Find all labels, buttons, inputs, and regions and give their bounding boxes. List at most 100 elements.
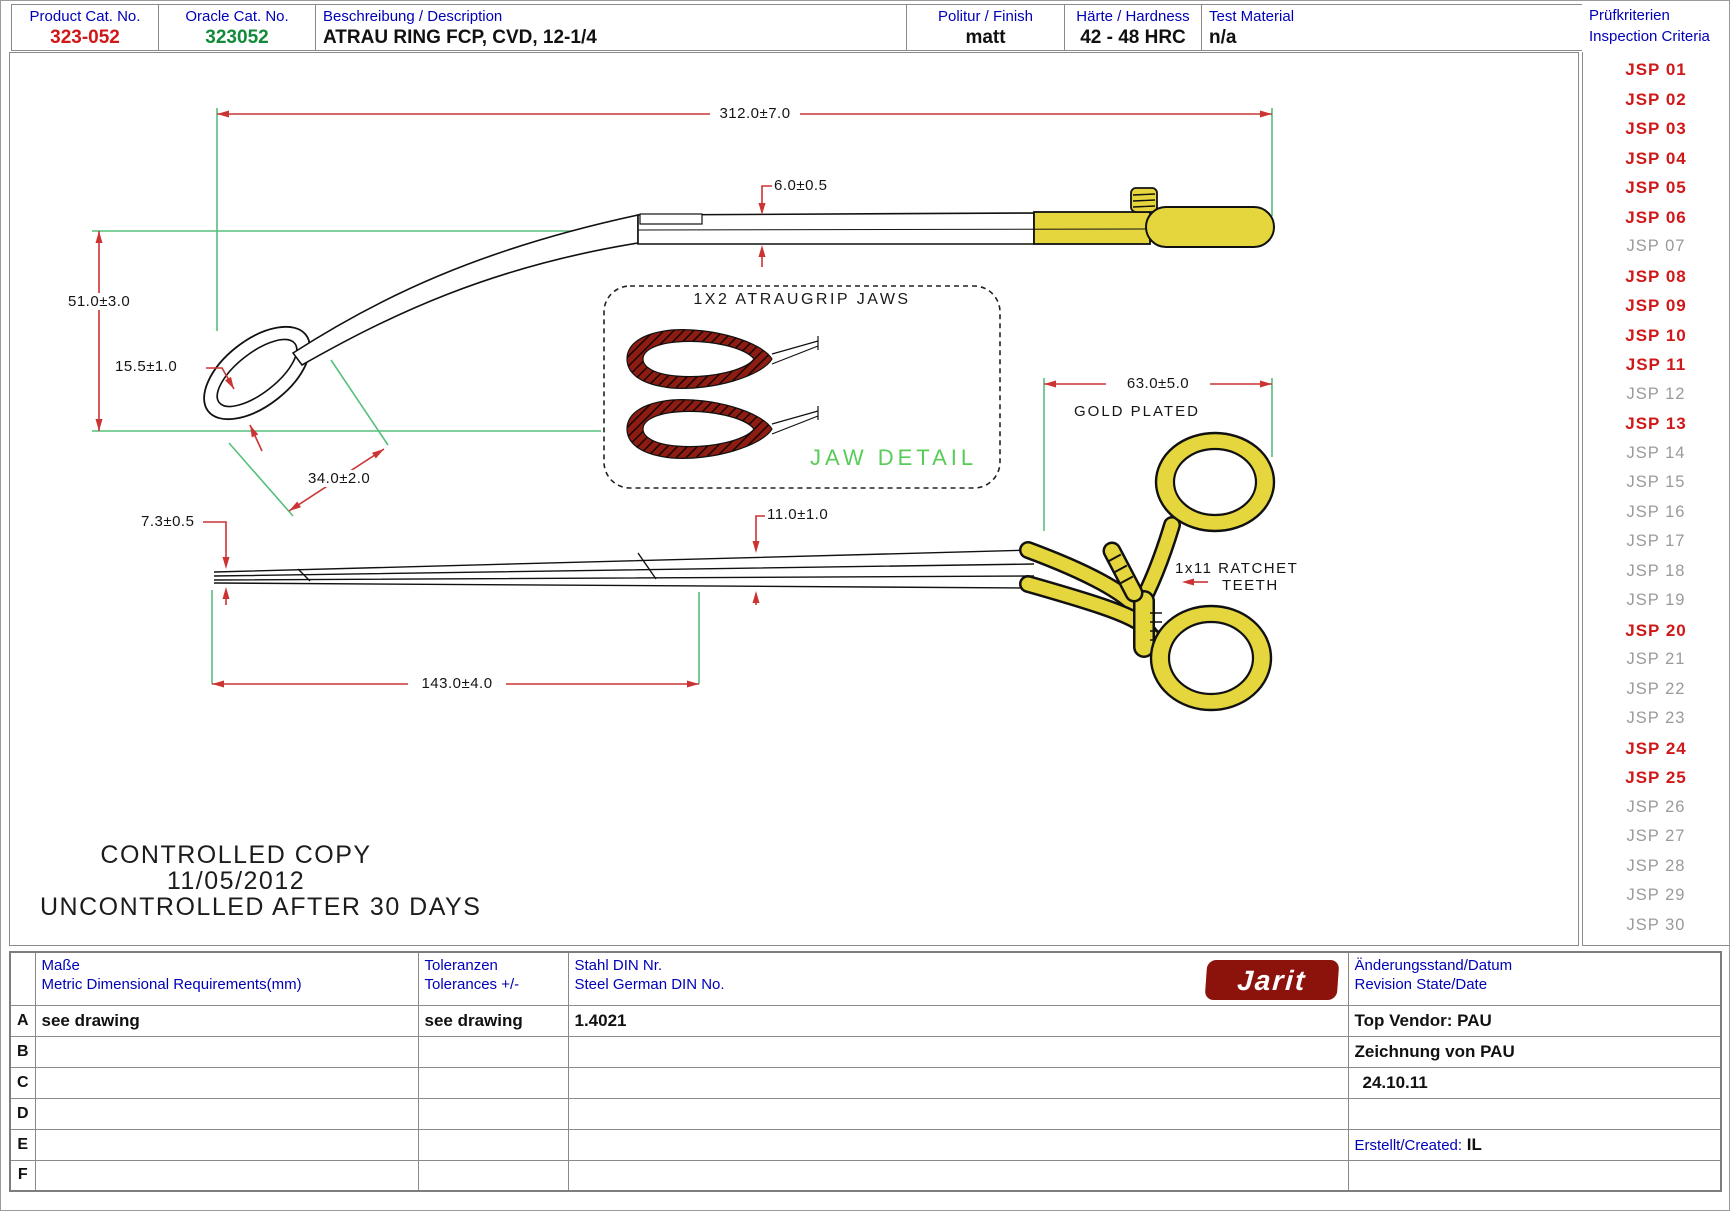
inspection-item: JSP 21 (1583, 645, 1729, 675)
ratchet-label-line2: TEETH (1220, 577, 1281, 594)
table-row-e: E Erstellt/Created: IL (10, 1129, 1721, 1160)
gold-plated-label: GOLD PLATED (1072, 403, 1202, 420)
header-cell-hardness: Härte / Hardness 42 - 48 HRC (1064, 4, 1202, 51)
inspection-item: JSP 27 (1583, 822, 1729, 852)
dim-tip-width: 7.3±0.5 (139, 513, 196, 530)
jaw-box-title: 1X2 ATRAUGRIP JAWS (693, 291, 910, 309)
table-row-a: A see drawing see drawing 1.4021 Top Ven… (10, 1005, 1721, 1036)
tolerances-value-c (418, 1067, 568, 1098)
header-cell-inspection-criteria: Prüfkriterien Inspection Criteria (1582, 4, 1729, 51)
inspection-item: JSP 24 (1583, 734, 1729, 764)
table-row-d: D (10, 1098, 1721, 1129)
masse-header: Maße Metric Dimensional Requirements(mm) (35, 952, 418, 1005)
table-row-b: B Zeichnung von PAU (10, 1036, 1721, 1067)
inspection-item: JSP 20 (1583, 616, 1729, 646)
description-value: ATRAU RING FCP, CVD, 12-1/4 (316, 26, 906, 50)
steel-value-e (568, 1129, 1348, 1160)
inspection-item: JSP 05 (1583, 173, 1729, 203)
revision-value-d (1348, 1098, 1721, 1129)
oracle-cat-value: 323052 (159, 26, 315, 50)
dim-shaft-height: 6.0±0.5 (772, 177, 829, 194)
inspection-item: JSP 29 (1583, 881, 1729, 911)
created-by-label: Erstellt/Created: (1355, 1137, 1463, 1154)
table-row-c: C 24.10.11 (10, 1067, 1721, 1098)
inspection-item: JSP 25 (1583, 763, 1729, 793)
steel-value-d (568, 1098, 1348, 1129)
masse-value-f (35, 1160, 418, 1191)
tolerances-value-f (418, 1160, 568, 1191)
inspection-item: JSP 17 (1583, 527, 1729, 557)
footer-corner-cell (10, 952, 35, 1005)
stamp-line2: 11/05/2012 (40, 868, 432, 894)
hardness-label: Härte / Hardness (1065, 5, 1201, 26)
dim-overall-length: 312.0±7.0 (717, 105, 792, 122)
revision-value-c: 24.10.11 (1348, 1067, 1721, 1098)
inspection-item: JSP 28 (1583, 852, 1729, 882)
masse-value-e (35, 1129, 418, 1160)
inspection-item: JSP 30 (1583, 911, 1729, 941)
header-cell-test-material: Test Material n/a (1201, 4, 1583, 51)
dim-shaft-length: 143.0±4.0 (419, 675, 494, 692)
masse-value-b (35, 1036, 418, 1067)
description-label: Beschreibung / Description (316, 5, 906, 26)
inspection-item: JSP 23 (1583, 704, 1729, 734)
inspection-item: JSP 12 (1583, 380, 1729, 410)
inspection-item: JSP 07 (1583, 232, 1729, 262)
inspection-item: JSP 03 (1583, 114, 1729, 144)
inspection-item: JSP 08 (1583, 262, 1729, 292)
footer-table: Maße Metric Dimensional Requirements(mm)… (9, 951, 1722, 1192)
stamp-line1: CONTROLLED COPY (40, 842, 432, 868)
controlled-copy-stamp: CONTROLLED COPY 11/05/2012 UNCONTROLLED … (40, 842, 432, 920)
revision-value-f (1348, 1160, 1721, 1191)
inspection-criteria-list: JSP 01JSP 02JSP 03JSP 04JSP 05JSP 06JSP … (1582, 52, 1729, 946)
inspection-criteria-label-en: Inspection Criteria (1582, 25, 1729, 46)
inspection-item: JSP 18 (1583, 557, 1729, 587)
steel-value-a: 1.4021 (568, 1005, 1348, 1036)
steel-value-b (568, 1036, 1348, 1067)
drawing-area: 312.0±7.0 6.0±0.5 51.0±3.0 15.5±1.0 34.0… (9, 52, 1579, 946)
ratchet-label-line1: 1x11 RATCHET (1173, 560, 1300, 577)
steel-value-c (568, 1067, 1348, 1098)
dim-jaw-length: 34.0±2.0 (306, 470, 372, 487)
finish-label: Politur / Finish (907, 5, 1064, 26)
inspection-item: JSP 06 (1583, 203, 1729, 233)
footer-header-row: Maße Metric Dimensional Requirements(mm)… (10, 952, 1721, 1005)
jarit-logo: Jarit (1204, 960, 1339, 1000)
inspection-item: JSP 26 (1583, 793, 1729, 823)
header-cell-product: Product Cat. No. 323-052 (11, 4, 159, 51)
test-material-value: n/a (1202, 26, 1582, 50)
tolerances-value-d (418, 1098, 568, 1129)
inspection-item: JSP 16 (1583, 498, 1729, 528)
inspection-item: JSP 04 (1583, 144, 1729, 174)
dim-shaft-width: 11.0±1.0 (765, 506, 830, 523)
header-cell-description: Beschreibung / Description ATRAU RING FC… (315, 4, 907, 51)
inspection-item: JSP 13 (1583, 409, 1729, 439)
stamp-line3: UNCONTROLLED AFTER 30 DAYS (40, 894, 432, 920)
inspection-criteria-label-de: Prüfkriterien (1582, 4, 1729, 25)
test-material-label: Test Material (1202, 5, 1582, 26)
inspection-item: JSP 19 (1583, 586, 1729, 616)
dim-ring-width: 15.5±1.0 (113, 358, 179, 375)
tolerances-value-a: see drawing (418, 1005, 568, 1036)
inspection-item: JSP 10 (1583, 321, 1729, 351)
inspection-item: JSP 02 (1583, 85, 1729, 115)
inspection-item: JSP 14 (1583, 439, 1729, 469)
dim-curve-height: 51.0±3.0 (66, 293, 132, 310)
masse-value-c (35, 1067, 418, 1098)
steel-header: Stahl DIN Nr. Steel German DIN No. Jarit (568, 952, 1348, 1005)
tolerances-value-b (418, 1036, 568, 1067)
steel-value-f (568, 1160, 1348, 1191)
header-cell-oracle: Oracle Cat. No. 323052 (158, 4, 316, 51)
dim-gold-length: 63.0±5.0 (1125, 375, 1191, 392)
inspection-item: JSP 01 (1583, 55, 1729, 85)
oracle-cat-label: Oracle Cat. No. (159, 5, 315, 26)
revision-header: Änderungsstand/Datum Revision State/Date (1348, 952, 1721, 1005)
masse-value-a: see drawing (35, 1005, 418, 1036)
tolerances-header: Toleranzen Tolerances +/- (418, 952, 568, 1005)
jaw-detail-label: JAW DETAIL (810, 445, 977, 471)
header-cell-finish: Politur / Finish matt (906, 4, 1065, 51)
inspection-item: JSP 09 (1583, 291, 1729, 321)
product-cat-label: Product Cat. No. (12, 5, 158, 26)
created-by-value: IL (1467, 1135, 1482, 1154)
finish-value: matt (907, 26, 1064, 50)
